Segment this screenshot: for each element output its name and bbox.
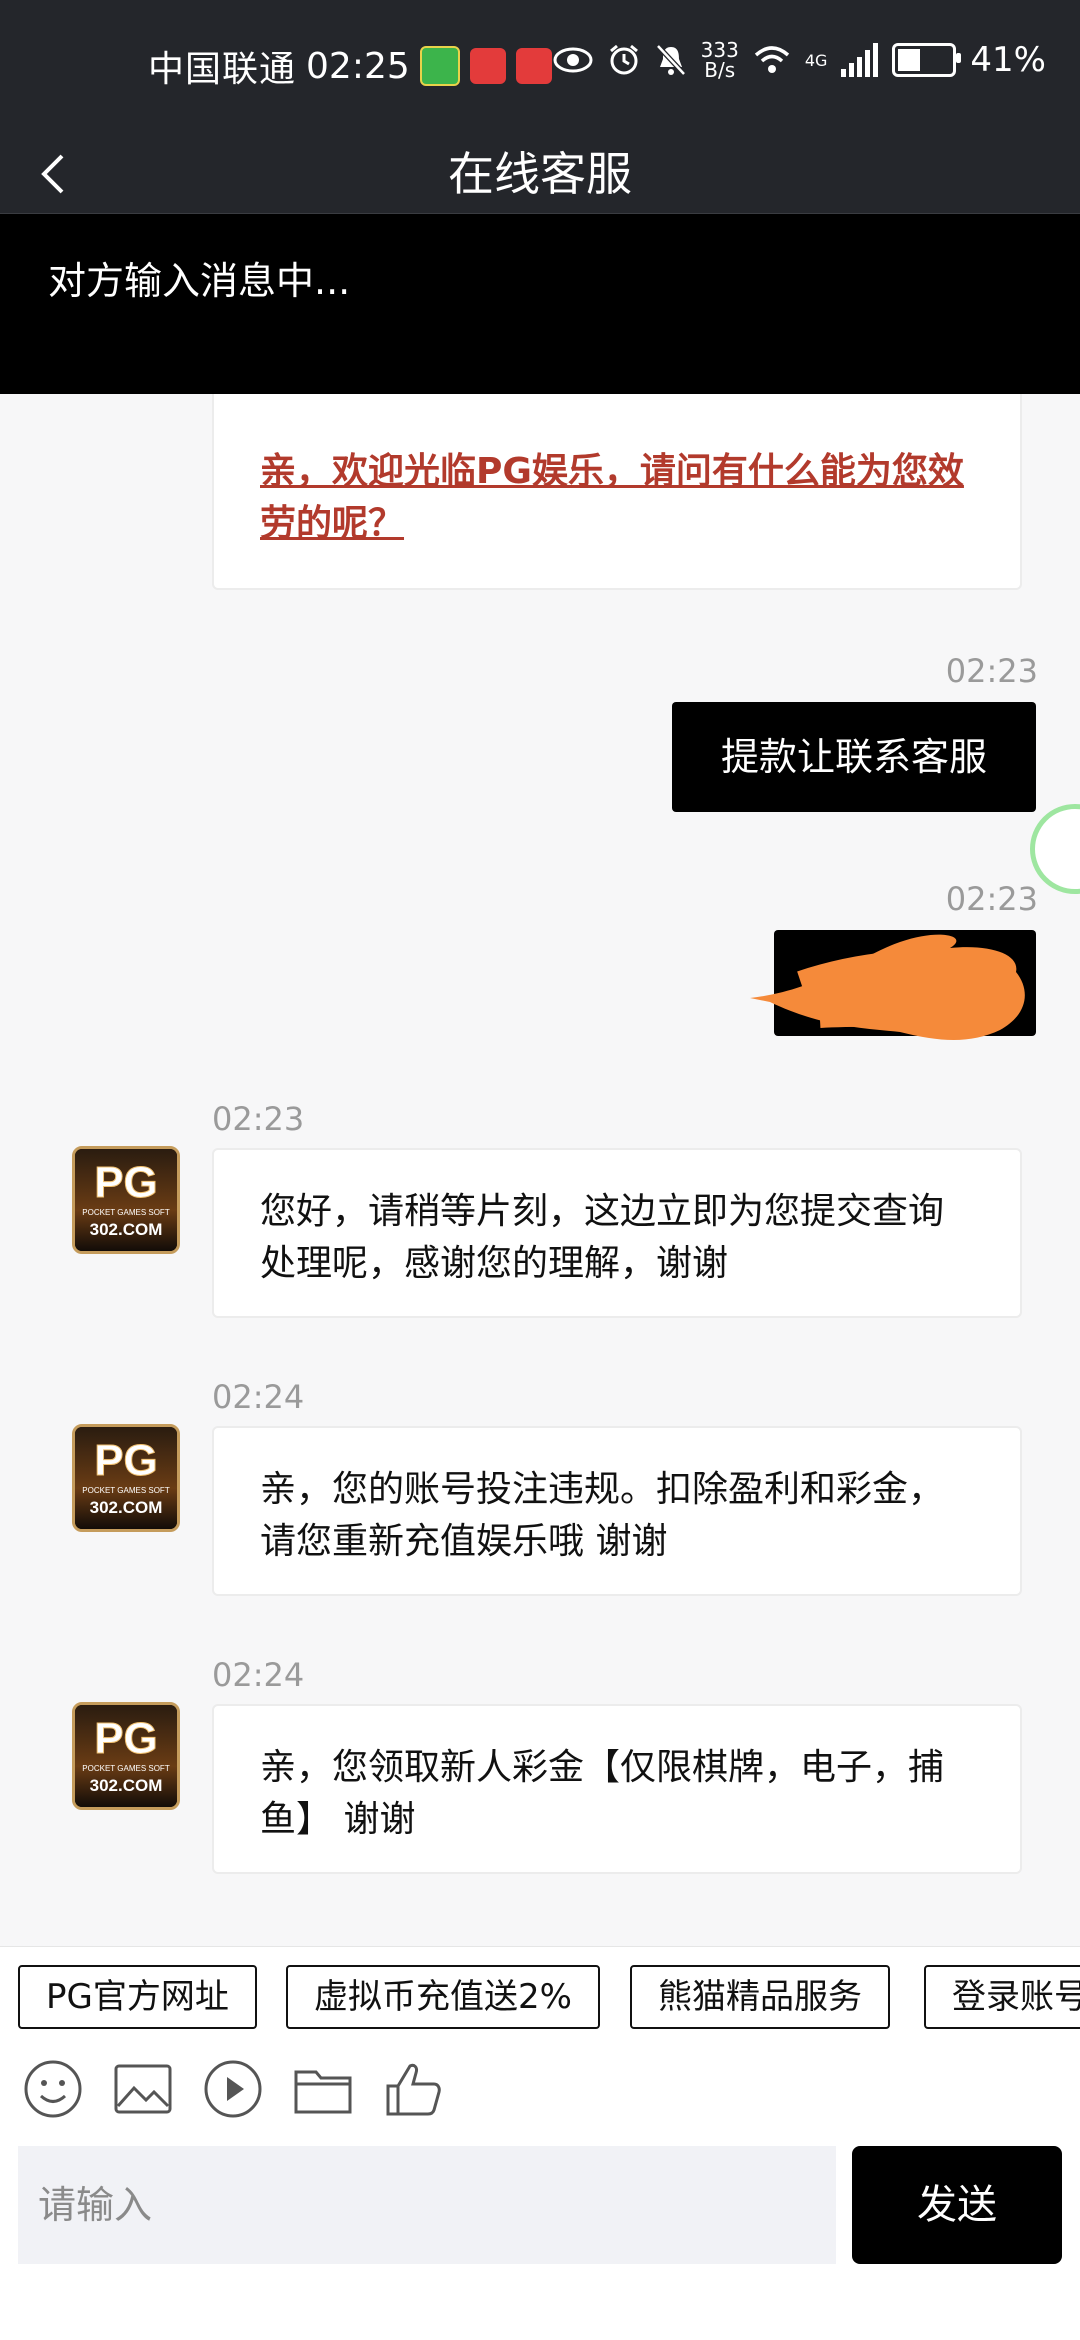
svg-text:POCKET GAMES SOFT: POCKET GAMES SOFT [82, 1486, 170, 1495]
message-timestamp: 02:23 [945, 880, 1038, 918]
page-title: 在线客服 [448, 147, 632, 201]
status-right: 333 B/s 4G 41% [553, 40, 1046, 80]
battery-fill [898, 49, 920, 71]
video-icon[interactable] [202, 2058, 264, 2120]
incoming-message-bubble: 亲，您领取新人彩金【仅限棋牌，电子，捕鱼】 谢谢 [212, 1704, 1022, 1874]
network-type: 4G [804, 50, 828, 70]
quick-reply-panda-service[interactable]: 熊猫精品服务 [630, 1965, 890, 2029]
message-input[interactable] [18, 2146, 836, 2264]
message-timestamp: 02:24 [212, 1378, 305, 1416]
agent-avatar[interactable]: PG POCKET GAMES SOFT 302.COM [72, 1424, 180, 1532]
status-bar: 中国联通 02:25 333 B/s 4G 41% [0, 0, 1080, 135]
carrier-name: 中国联通 [148, 49, 297, 90]
send-button[interactable]: 发送 [852, 2146, 1062, 2264]
svg-text:PG: PG [94, 1436, 158, 1485]
emoji-icon[interactable] [22, 2058, 84, 2120]
message-timestamp: 02:24 [212, 1656, 305, 1694]
svg-text:PG: PG [94, 1158, 158, 1207]
svg-text:POCKET GAMES SOFT: POCKET GAMES SOFT [82, 1764, 170, 1773]
agent-avatar[interactable]: PG POCKET GAMES SOFT 302.COM [72, 1702, 180, 1810]
signal-icon [841, 43, 879, 77]
app-notification-icon [419, 46, 460, 86]
incoming-message-bubble: 亲，欢迎光临PG娱乐，请问有什么能为您效劳的呢？ [212, 394, 1022, 590]
status-time: 02:25 [306, 45, 410, 87]
typing-indicator-bar: 对方输入消息中... [0, 214, 1080, 394]
incoming-message-bubble: 亲，您的账号投注违规。扣除盈利和彩金，请您重新充值娱乐哦 谢谢 [212, 1426, 1022, 1596]
redaction-scribble [750, 934, 1025, 1040]
image-icon[interactable] [112, 2058, 174, 2120]
wifi-icon [754, 46, 789, 73]
thumbs-up-icon[interactable] [382, 2058, 444, 2120]
header-bar: 在线客服 [0, 135, 1080, 214]
incoming-message-bubble: 您好，请稍等片刻，这边立即为您提交查询处理呢，感谢您的理解，谢谢 [212, 1148, 1022, 1318]
huawei-app-icon-2 [515, 48, 552, 84]
quick-reply-official-site[interactable]: PG官方网址 [18, 1965, 257, 2029]
battery-percent: 41% [970, 40, 1046, 80]
typing-indicator: 对方输入消息中... [48, 259, 351, 303]
svg-text:302.COM: 302.COM [90, 1498, 163, 1517]
mute-bell-icon [655, 44, 686, 76]
message-timestamp: 02:23 [945, 652, 1038, 690]
quick-reply-login[interactable]: 登录账号 [924, 1965, 1080, 2029]
svg-text:302.COM: 302.COM [90, 1776, 163, 1795]
input-toolbar [0, 2036, 1080, 2146]
welcome-link[interactable]: 亲，欢迎光临PG娱乐，请问有什么能为您效劳的呢？ [260, 451, 964, 544]
huawei-app-icon [469, 48, 506, 84]
battery-icon [892, 43, 962, 77]
status-left: 中国联通 02:25 [148, 40, 552, 92]
agent-avatar[interactable]: PG POCKET GAMES SOFT 302.COM [72, 1146, 180, 1254]
eye-icon [553, 47, 593, 73]
svg-text:PG: PG [94, 1714, 158, 1763]
outgoing-message-bubble: 提款让联系客服 [672, 702, 1036, 812]
quick-reply-crypto-bonus[interactable]: 虚拟币充值送2% [286, 1965, 600, 2029]
svg-text:302.COM: 302.COM [90, 1220, 163, 1239]
quick-reply-bar[interactable]: PG官方网址 虚拟币充值送2% 熊猫精品服务 登录账号 [0, 1946, 1080, 2037]
svg-text:POCKET GAMES SOFT: POCKET GAMES SOFT [82, 1208, 170, 1217]
message-timestamp: 02:23 [212, 1100, 305, 1138]
alarm-icon [609, 44, 638, 75]
chat-area[interactable]: 亲，欢迎光临PG娱乐，请问有什么能为您效劳的呢？ 02:23 提款让联系客服 0… [0, 394, 1080, 1946]
folder-icon[interactable] [292, 2058, 354, 2120]
network-speed: 333 B/s [700, 38, 739, 82]
composer: 发送 [0, 2146, 1080, 2340]
